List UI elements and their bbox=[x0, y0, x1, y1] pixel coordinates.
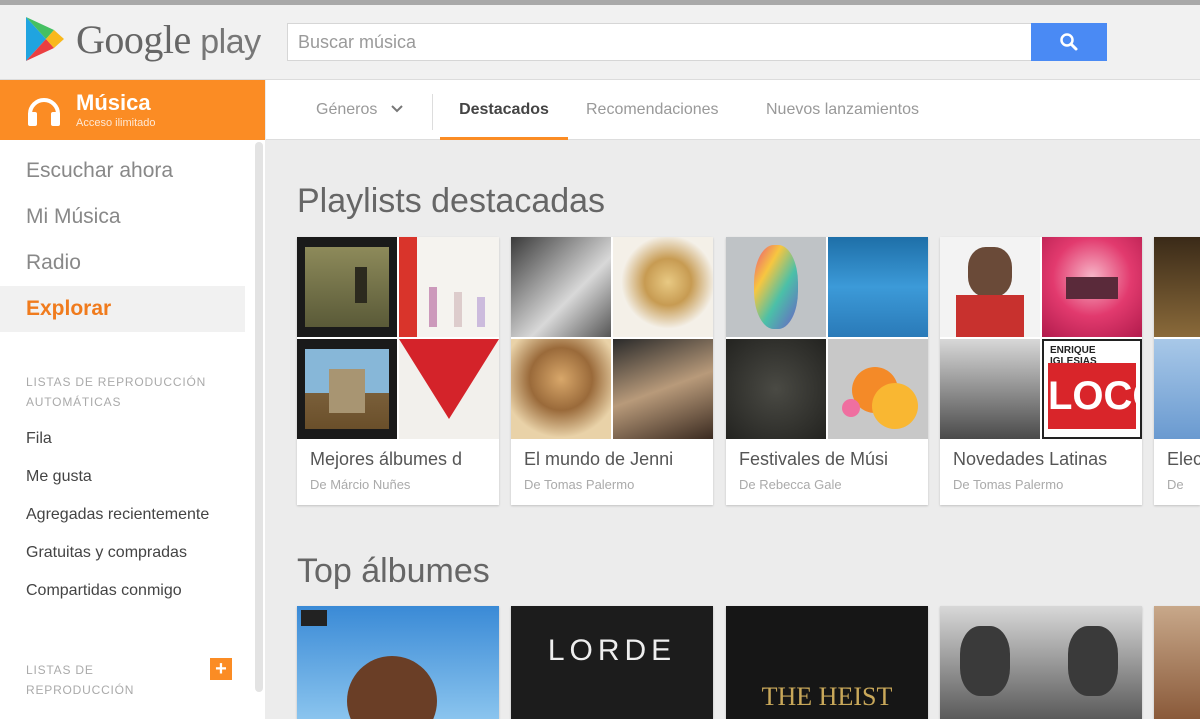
album-cover bbox=[940, 339, 1040, 439]
add-playlist-button[interactable]: + bbox=[210, 658, 232, 680]
sidebar: Música Acceso ilimitado Escuchar ahora M… bbox=[0, 80, 265, 719]
album-card[interactable] bbox=[1154, 606, 1200, 719]
playlist-author: De Rebecca Gale bbox=[739, 477, 842, 492]
playlist-card[interactable]: ENRIQUE IGLESIAS LOCO Novedades Latinas … bbox=[940, 237, 1142, 505]
playlist-author: De Márcio Nuñes bbox=[310, 477, 411, 492]
album-cover bbox=[726, 339, 826, 439]
album-cover bbox=[828, 339, 928, 439]
playlist-title: El mundo de Jenni bbox=[524, 449, 674, 469]
playlist-author: De bbox=[1167, 477, 1184, 492]
album-cover bbox=[297, 339, 397, 439]
auto-playlist-free-purchased[interactable]: Gratuitas y compradas bbox=[0, 534, 232, 572]
playlist-cover-grid bbox=[297, 237, 499, 439]
search-icon bbox=[1060, 33, 1078, 51]
playlist-card[interactable]: Elec De bbox=[1154, 237, 1200, 505]
playlist-card[interactable]: Festivales de Músi De Rebecca Gale bbox=[726, 237, 928, 505]
playlist-card[interactable]: Mejores álbumes d De Márcio Nuñes bbox=[297, 237, 499, 505]
playlist-cover-grid: ENRIQUE IGLESIAS LOCO bbox=[940, 237, 1142, 439]
tab-featured[interactable]: Destacados bbox=[440, 80, 568, 140]
album-cover bbox=[511, 339, 611, 439]
playlist-cover-grid bbox=[511, 237, 713, 439]
nav-item-listen-now[interactable]: Escuchar ahora bbox=[0, 148, 245, 194]
auto-playlist-recently-added[interactable]: Agregadas recientemente bbox=[0, 496, 232, 534]
album-card[interactable]: THE HEIST bbox=[726, 606, 928, 719]
play-triangle-icon bbox=[26, 17, 64, 61]
album-cover bbox=[613, 339, 713, 439]
album-cover-text: LORDE bbox=[547, 634, 677, 667]
headphones-icon bbox=[28, 98, 60, 126]
top-albums-title: Top álbumes bbox=[297, 552, 490, 590]
tab-genres[interactable]: Géneros bbox=[316, 80, 404, 140]
tab-bar: Géneros Destacados Recomendaciones Nuevo… bbox=[266, 80, 1200, 140]
tab-divider bbox=[432, 94, 433, 130]
album-cover bbox=[1154, 237, 1200, 337]
playlist-title: Festivales de Músi bbox=[739, 449, 889, 469]
playlist-author: De Tomas Palermo bbox=[953, 477, 1064, 492]
cover-title-text: LOCO bbox=[1048, 363, 1140, 429]
google-play-logo[interactable]: Google play bbox=[24, 15, 261, 63]
album-cover-text: THE HEIST bbox=[761, 682, 893, 711]
brand-subtitle: Acceso ilimitado bbox=[76, 117, 156, 129]
album-card[interactable]: LORDE bbox=[511, 606, 713, 719]
playlist-card[interactable]: El mundo de Jenni De Tomas Palermo bbox=[511, 237, 713, 505]
album-cover bbox=[511, 237, 611, 337]
album-cover bbox=[399, 237, 499, 337]
playlist-title: Elec bbox=[1167, 449, 1200, 469]
sidebar-scrollbar[interactable] bbox=[255, 142, 263, 692]
auto-playlist-liked[interactable]: Me gusta bbox=[0, 458, 232, 496]
playlist-cover-grid bbox=[726, 237, 928, 439]
album-cover: ENRIQUE IGLESIAS LOCO bbox=[1042, 339, 1142, 439]
album-cover bbox=[1042, 237, 1142, 337]
logo-play-text: play bbox=[200, 22, 261, 61]
auto-playlist-shared[interactable]: Compartidas conmigo bbox=[0, 572, 232, 610]
auto-playlist-queue[interactable]: Fila bbox=[0, 420, 232, 458]
nav-item-my-music[interactable]: Mi Música bbox=[0, 194, 245, 240]
tab-recommendations[interactable]: Recomendaciones bbox=[586, 80, 719, 140]
album-cover bbox=[1154, 339, 1200, 439]
album-card[interactable] bbox=[297, 606, 499, 719]
tab-genres-label: Géneros bbox=[316, 101, 378, 118]
logo-wordmark: Google play bbox=[76, 16, 261, 63]
playlists-heading: LISTAS DE REPRODUCCIÓN bbox=[26, 663, 135, 697]
album-cover bbox=[828, 237, 928, 337]
brand-title: Música bbox=[76, 90, 151, 115]
album-cover bbox=[399, 339, 499, 439]
album-cover bbox=[613, 237, 713, 337]
search-input[interactable] bbox=[287, 23, 1032, 61]
album-cover bbox=[940, 237, 1040, 337]
chevron-down-icon bbox=[391, 105, 403, 113]
music-brand-header[interactable]: Música Acceso ilimitado bbox=[0, 80, 265, 140]
nav-item-explore[interactable]: Explorar bbox=[0, 286, 245, 332]
playlist-author: De Tomas Palermo bbox=[524, 477, 635, 492]
main-nav: Escuchar ahora Mi Música Radio Explorar bbox=[0, 140, 265, 332]
search-button[interactable] bbox=[1031, 23, 1107, 61]
album-card[interactable] bbox=[940, 606, 1142, 719]
nav-item-radio[interactable]: Radio bbox=[0, 240, 245, 286]
playlist-title: Novedades Latinas bbox=[953, 449, 1108, 469]
playlist-title: Mejores álbumes d bbox=[310, 449, 463, 469]
header: Google play bbox=[0, 5, 1200, 80]
album-cover bbox=[297, 237, 397, 337]
logo-google-text: Google bbox=[76, 16, 191, 62]
album-cover bbox=[726, 237, 826, 337]
auto-playlists-heading: LISTAS DE REPRODUCCIÓN AUTOMÁTICAS bbox=[26, 375, 207, 409]
featured-playlists-title: Playlists destacadas bbox=[297, 182, 606, 220]
tab-new-releases[interactable]: Nuevos lanzamientos bbox=[766, 80, 919, 140]
